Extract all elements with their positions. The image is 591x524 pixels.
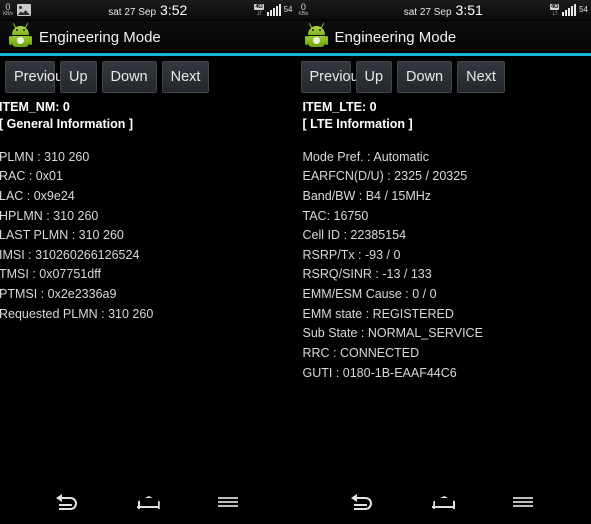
info-row: LAC : 0x9e24 [0,188,75,203]
android-robot-icon [304,23,328,48]
navigation-buttons: Previous Up Down Next [296,56,591,94]
section-header: [ LTE Information ] [302,117,413,132]
navigation-buttons: Previous Up Down Next [0,56,296,94]
info-row: TAC: 16750 [302,208,369,223]
status-date: sat 27 Sep [108,7,157,18]
app-action-bar: Engineering Mode [295,21,591,56]
next-button[interactable]: Next [457,61,505,94]
info-row: HPLMN : 310 260 [0,208,99,223]
page-title: Engineering Mode [39,28,161,46]
system-nav-left [0,480,296,524]
system-nav-right [296,480,591,524]
status-date: sat 27 Sep [403,7,452,18]
info-row: PTMSI : 0x2e2336a9 [0,287,117,301]
down-button[interactable]: Down [101,61,157,94]
info-row: GUTI : 0180-1B-EAAF44C6 [302,365,457,380]
info-row: Sub State : NORMAL_SERVICE [302,326,483,341]
info-row: Band/BW : B4 / 15MHz [302,188,432,203]
item-header: ITEM_NM: 0 [0,100,70,115]
page-title: Engineering Mode [334,28,457,46]
info-row: Cell ID : 22385154 [302,228,407,243]
info-row: IMSI : 310260266126524 [0,247,140,262]
previous-button[interactable]: Previous [5,61,70,94]
recents-menu-icon[interactable] [506,489,540,515]
info-readout: ITEM_LTE: 0 [ LTE Information ] Mode Pre… [296,93,591,383]
home-icon[interactable] [131,489,165,515]
item-header: ITEM_LTE: 0 [302,100,377,115]
panel-container: 0 KB/s sat 27 Sep 3:52 4G ↓↑ 54 Engineer… [0,0,591,480]
device-screenshot: 0 KB/s sat 27 Sep 3:52 4G ↓↑ 54 Engineer… [0,0,591,524]
info-row: LAST PLMN : 310 260 [0,228,124,243]
info-row: EMM/ESM Cause : 0 / 0 [302,287,437,301]
back-icon[interactable] [346,489,380,515]
info-row: PLMN : 310 260 [0,149,90,164]
status-bar: 0 KB/s sat 27 Sep 3:51 4G ↓↑ 54 [295,0,591,21]
home-icon[interactable] [426,489,460,515]
up-button[interactable]: Up [355,61,393,94]
up-button[interactable]: Up [60,61,97,94]
info-row: RSRQ/SINR : -13 / 133 [302,267,432,282]
section-header: [ General Information ] [0,117,134,132]
next-button[interactable]: Next [161,61,210,94]
info-row: TMSI : 0x07751dff [0,267,101,282]
info-row: Mode Pref. : Automatic [302,149,429,164]
info-row: EMM state : REGISTERED [302,306,454,321]
info-row: Requested PLMN : 310 260 [0,306,154,321]
info-row: RSRP/Tx : -93 / 0 [302,247,401,262]
info-readout: ITEM_NM: 0 [ General Information ] PLMN … [0,93,296,324]
info-rows-left: PLMN : 310 260 RAC : 0x01 LAC : 0x9e24 HPLM… [0,148,296,325]
status-clock-group: sat 27 Sep 3:51 [296,2,591,18]
back-icon[interactable] [51,489,85,515]
app-action-bar: Engineering Mode [0,21,296,56]
info-row: RRC : CONNECTED [302,345,420,360]
android-robot-icon [9,23,32,48]
previous-button[interactable]: Previous [300,61,366,94]
status-time: 3:52 [160,2,188,18]
status-bar: 0 KB/s sat 27 Sep 3:52 4G ↓↑ 54 [0,0,296,21]
info-row: EARFCN(D/U) : 2325 / 20325 [302,169,468,184]
info-row: RAC : 0x01 [0,169,63,184]
info-rows-right: Mode Pref. : Automatic EARFCN(D/U) : 2325… [303,148,591,384]
system-navigation-bars [0,480,591,524]
down-button[interactable]: Down [397,61,453,94]
phone-panel-left: 0 KB/s sat 27 Sep 3:52 4G ↓↑ 54 Engineer… [0,0,296,480]
recents-menu-icon[interactable] [211,489,245,515]
status-clock-group: sat 27 Sep 3:52 [0,2,296,18]
phone-panel-right: 0 KB/s sat 27 Sep 3:51 4G ↓↑ 54 Engineer… [295,0,591,480]
status-time: 3:51 [455,2,483,18]
